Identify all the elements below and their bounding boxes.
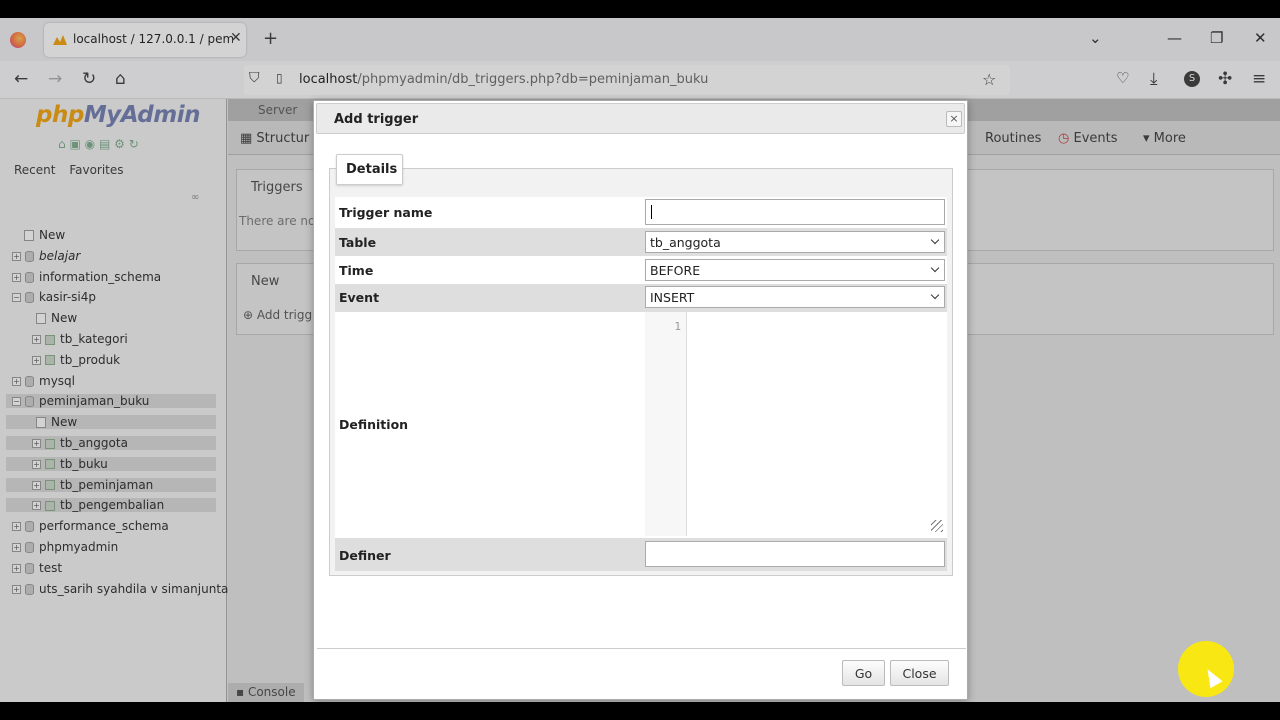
time-select[interactable]: BEFORE — [645, 259, 945, 281]
line-number-gutter: 1 — [645, 312, 687, 536]
time-row: Time BEFORE — [335, 256, 947, 284]
dialog-titlebar: Add trigger × — [316, 103, 965, 134]
time-select-value: BEFORE — [650, 263, 701, 278]
event-label: Event — [339, 290, 380, 305]
close-icon[interactable]: × — [946, 111, 962, 127]
definition-label: Definition — [339, 417, 409, 432]
table-select[interactable]: tb_anggota — [645, 231, 945, 253]
definition-row: Definition 1 — [335, 312, 947, 538]
dialog-button-separator — [317, 648, 966, 649]
line-number: 1 — [674, 320, 681, 333]
chevron-down-icon — [930, 235, 940, 245]
chevron-down-icon — [930, 290, 940, 300]
chevron-down-icon — [930, 263, 940, 273]
definer-row: Definer — [335, 538, 947, 571]
dialog-title: Add trigger — [334, 112, 419, 127]
definer-input[interactable] — [645, 541, 945, 567]
event-select[interactable]: INSERT — [645, 286, 945, 308]
table-select-value: tb_anggota — [650, 235, 721, 250]
text-caret — [651, 205, 652, 219]
table-row: Table tb_anggota — [335, 228, 947, 256]
event-select-value: INSERT — [650, 290, 695, 305]
definer-label: Definer — [339, 548, 391, 563]
go-button[interactable]: Go — [842, 660, 885, 686]
close-button[interactable]: Close — [890, 660, 949, 686]
trigger-name-row: Trigger name — [335, 197, 947, 228]
trigger-name-label: Trigger name — [339, 205, 433, 220]
add-trigger-dialog: Add trigger × Details Trigger name Table… — [313, 100, 968, 700]
table-label: Table — [339, 235, 377, 250]
details-legend: Details — [336, 154, 403, 185]
time-label: Time — [339, 263, 374, 278]
trigger-name-input[interactable] — [645, 199, 945, 225]
resize-handle-icon[interactable] — [931, 520, 943, 532]
definition-editor[interactable]: 1 — [645, 312, 947, 536]
event-row: Event INSERT — [335, 284, 947, 312]
